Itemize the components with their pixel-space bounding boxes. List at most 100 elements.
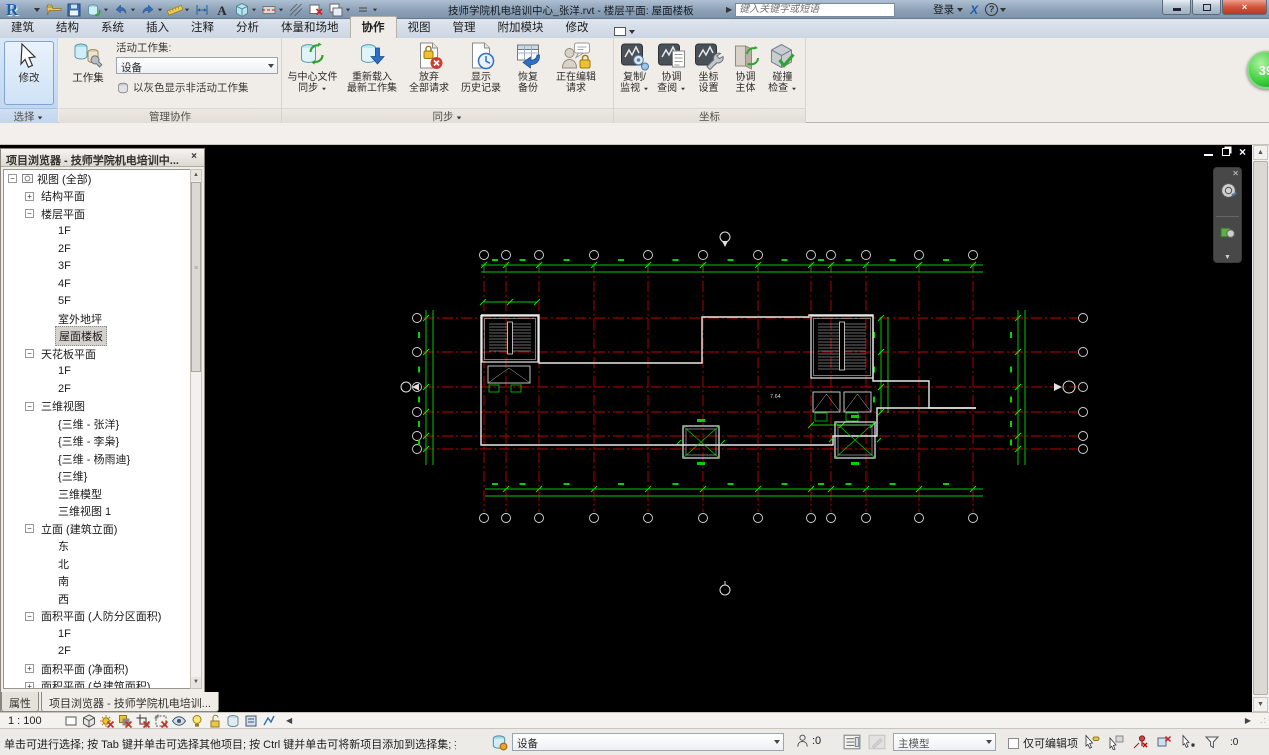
- tree-item-5F[interactable]: 5F: [4, 293, 191, 311]
- chevron-down-icon[interactable]: [157, 8, 163, 11]
- analytical-model-button[interactable]: [260, 713, 278, 729]
- tab-建筑[interactable]: 建筑: [0, 17, 45, 38]
- project-browser-title[interactable]: 项目浏览器 - 技师学院机电培训中... ×: [1, 149, 204, 167]
- tree-item-1F[interactable]: 1F: [4, 223, 191, 241]
- select-underlay-toggle[interactable]: [1104, 733, 1128, 751]
- tree-item-3F[interactable]: 3F: [4, 258, 191, 276]
- minimize-button[interactable]: [1162, 0, 1191, 15]
- tree-item-室外地坪[interactable]: 室外地坪: [4, 310, 191, 328]
- tree-item-2F[interactable]: 2F: [4, 380, 191, 398]
- worksharing-display-button[interactable]: [224, 713, 242, 729]
- chevron-down-icon[interactable]: [278, 8, 284, 11]
- zoom-tool-icon[interactable]: [1220, 224, 1237, 244]
- checkbox-icon[interactable]: [1008, 737, 1019, 749]
- tree-item-三维-杨雨迪[interactable]: {三维 - 杨雨迪}: [4, 450, 191, 468]
- shadows-button[interactable]: [116, 713, 134, 729]
- panel-label-synchronize[interactable]: 同步: [282, 108, 613, 123]
- tab-附加模块[interactable]: 附加模块: [487, 17, 555, 38]
- tree-item-三维视图[interactable]: − 三维视图: [4, 398, 191, 416]
- design-option-select[interactable]: 主模型: [893, 733, 996, 751]
- collapse-arrow-icon[interactable]: ◀: [286, 716, 292, 725]
- redo-button[interactable]: [138, 1, 165, 18]
- chevron-down-icon[interactable]: [130, 8, 136, 11]
- temporary-view-properties-button[interactable]: [242, 713, 260, 729]
- tree-item-三维-李枭[interactable]: {三维 - 李枭}: [4, 433, 191, 451]
- coordination-host-button[interactable]: 协调 主体: [727, 39, 764, 107]
- expand-icon[interactable]: +: [25, 664, 34, 674]
- show-crop-button[interactable]: [152, 713, 170, 729]
- chevron-down-icon[interactable]: [345, 8, 351, 11]
- scroll-down-icon[interactable]: ▼: [191, 677, 201, 688]
- tree-item-面积平面人防分区面积[interactable]: − 面积平面 (人防分区面积): [4, 608, 191, 626]
- collapse-icon[interactable]: −: [25, 349, 34, 359]
- coordination-review-button[interactable]: 协调 查阅: [653, 39, 690, 107]
- tab-注释[interactable]: 注释: [180, 17, 225, 38]
- relinquish-all-button[interactable]: 放弃 全部请求: [403, 39, 455, 107]
- view-minimize-button[interactable]: [1203, 148, 1213, 156]
- measure-button[interactable]: [165, 1, 192, 18]
- thin-lines-button[interactable]: [286, 1, 306, 18]
- collapse-icon[interactable]: −: [25, 611, 34, 621]
- panel-label-coordinate[interactable]: 坐标: [614, 108, 805, 123]
- expand-icon[interactable]: +: [25, 681, 34, 688]
- restore-button[interactable]: [1192, 0, 1221, 15]
- infocenter-collapse-icon[interactable]: ▶: [726, 5, 732, 14]
- sync-central-button[interactable]: 与中心文件 同步: [284, 39, 341, 107]
- exchange-apps-icon[interactable]: X: [970, 3, 978, 17]
- tree-item-立面建筑立面[interactable]: − 立面 (建筑立面): [4, 520, 191, 538]
- undo-button[interactable]: [111, 1, 138, 18]
- select-pinned-toggle[interactable]: [1128, 733, 1152, 751]
- panel-label-manage-collaboration[interactable]: 管理协作: [59, 108, 281, 123]
- aligned-dimension-button[interactable]: [192, 1, 212, 18]
- editable-only-checkbox[interactable]: 仅可编辑项: [1008, 735, 1078, 751]
- save-button[interactable]: [64, 1, 84, 18]
- gray-inactive-worksets-toggle[interactable]: 以灰色显示非活动工作集: [116, 80, 278, 95]
- chevron-down-icon[interactable]: [372, 8, 378, 11]
- visual-style-button[interactable]: [80, 713, 98, 729]
- tree-item-南[interactable]: 南: [4, 573, 191, 591]
- tree-item-北[interactable]: 北: [4, 555, 191, 573]
- canvas-vertical-scrollbar[interactable]: ▲ ▼: [1252, 145, 1269, 712]
- collapse-icon[interactable]: −: [8, 174, 17, 184]
- resize-grip[interactable]: .:: [1260, 715, 1267, 725]
- scroll-right-icon[interactable]: ▶: [1245, 716, 1251, 725]
- tab-project-browser[interactable]: 项目浏览器 - 技师学院机电培训...: [41, 692, 219, 712]
- collapse-icon[interactable]: −: [25, 209, 34, 219]
- view-close-button[interactable]: ×: [1239, 146, 1246, 158]
- sync-with-central-button[interactable]: [84, 1, 111, 18]
- text-note-button[interactable]: A: [212, 1, 232, 18]
- worksets-button[interactable]: 工作集: [64, 40, 112, 85]
- tree-item-三维模型[interactable]: 三维模型: [4, 485, 191, 503]
- modify-button[interactable]: 修改: [4, 41, 54, 105]
- design-options-edit-icon[interactable]: [868, 733, 886, 754]
- scrollbar-thumb[interactable]: ≡: [191, 182, 201, 372]
- switch-windows-button[interactable]: [326, 1, 353, 18]
- panel-label-select[interactable]: 选择: [0, 108, 57, 123]
- selection-filter-toggle[interactable]: [1200, 733, 1224, 751]
- drawing-area[interactable]: 7.64 × ✕ ▼: [205, 145, 1252, 712]
- tree-item-2F[interactable]: 2F: [4, 240, 191, 258]
- tree-item-结构平面[interactable]: + 结构平面: [4, 188, 191, 206]
- tab-管理[interactable]: 管理: [442, 17, 487, 38]
- coordination-settings-button[interactable]: 坐标 设置: [690, 39, 727, 107]
- copy-monitor-button[interactable]: 复制/监视: [616, 39, 653, 107]
- tab-修改[interactable]: 修改: [555, 17, 600, 38]
- view-restore-button[interactable]: [1221, 148, 1230, 156]
- login-button[interactable]: 登录: [933, 2, 954, 17]
- tree-item-面积平面净面积[interactable]: + 面积平面 (净面积): [4, 660, 191, 678]
- drag-on-selection-toggle[interactable]: [1176, 733, 1200, 751]
- tab-分析[interactable]: 分析: [225, 17, 270, 38]
- tree-item-视图全部[interactable]: − 视图 (全部): [4, 170, 191, 188]
- collapse-icon[interactable]: −: [25, 401, 34, 411]
- scroll-up-icon[interactable]: ▲: [1253, 145, 1268, 160]
- editing-requests-button[interactable]: 正在编辑 请求: [549, 39, 603, 107]
- workset-status-icon[interactable]: [490, 733, 508, 754]
- scrollbar-thumb[interactable]: [1253, 161, 1268, 695]
- tree-item-2F[interactable]: 2F: [4, 643, 191, 661]
- active-workset-statusbar-select[interactable]: 设备: [512, 733, 784, 751]
- restore-backup-button[interactable]: 恢复 备份: [507, 39, 549, 107]
- temporary-hide-button[interactable]: [170, 713, 188, 729]
- default-3d-view-button[interactable]: [232, 1, 259, 18]
- close-icon[interactable]: ×: [187, 151, 201, 164]
- tree-item-三维视图1[interactable]: 三维视图 1: [4, 503, 191, 521]
